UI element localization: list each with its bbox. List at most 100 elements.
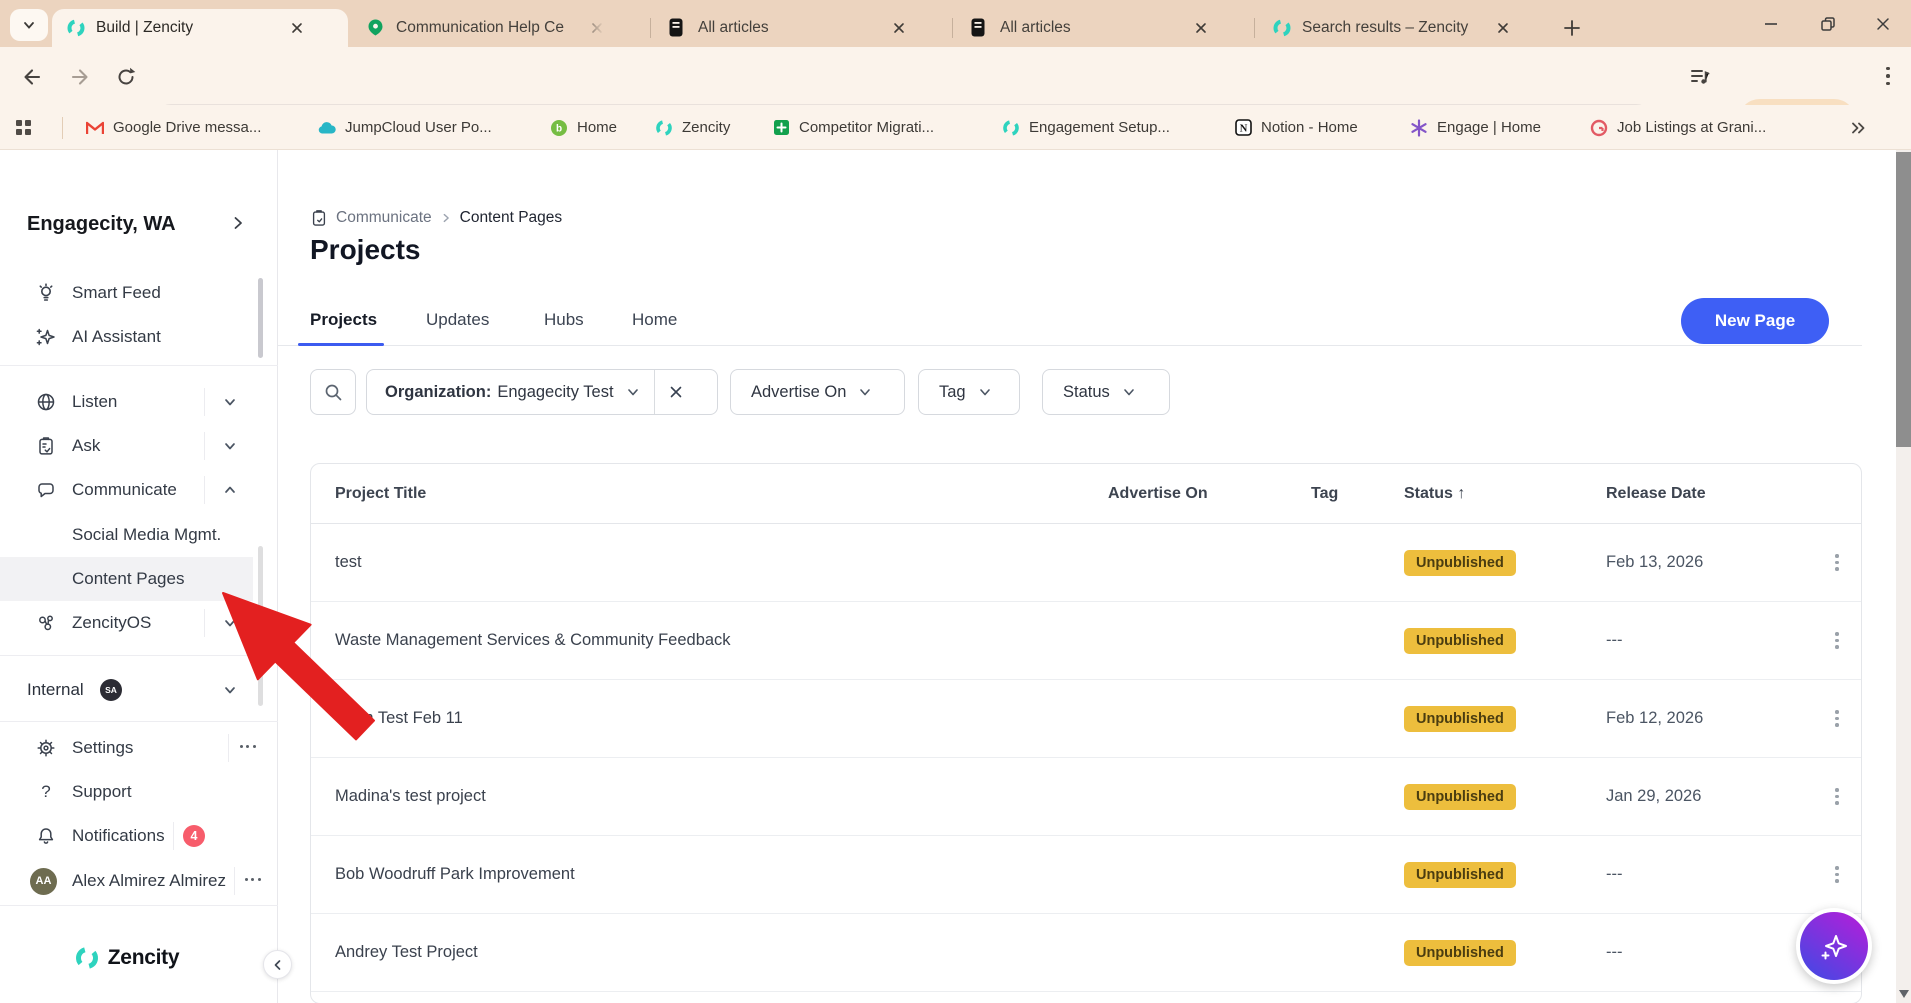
tab-title: All articles bbox=[698, 19, 880, 37]
media-controls-icon[interactable] bbox=[1688, 64, 1712, 88]
bookmark-google-drive[interactable]: Google Drive messa... bbox=[86, 114, 261, 141]
col-release-date[interactable]: Release Date bbox=[1606, 485, 1824, 503]
table-row[interactable]: test Unpublished Feb 13, 2026 bbox=[311, 524, 1861, 602]
sidebar-item-listen[interactable]: Listen bbox=[0, 380, 253, 424]
filter-tag[interactable]: Tag bbox=[918, 369, 1020, 415]
project-title[interactable]: Madina's test project bbox=[311, 787, 1108, 806]
sidebar-item-smart-feed[interactable]: Smart Feed bbox=[0, 271, 253, 315]
row-menu-icon[interactable] bbox=[1824, 704, 1850, 734]
bookmark-engage[interactable]: Engage | Home bbox=[1410, 114, 1541, 141]
table-row[interactable]: Suen Test Feb 11 Unpublished Feb 12, 202… bbox=[311, 680, 1861, 758]
zencity-logo-icon bbox=[74, 945, 100, 971]
bookmark-zencity[interactable]: Zencity bbox=[655, 114, 730, 141]
status-badge: Unpublished bbox=[1404, 862, 1516, 888]
scrollbar-thumb[interactable] bbox=[1896, 152, 1911, 447]
org-switcher[interactable]: Engagecity, WA bbox=[0, 205, 253, 245]
window-close-button[interactable] bbox=[1856, 8, 1910, 40]
search-button[interactable] bbox=[310, 369, 356, 415]
status-badge: Unpublished bbox=[1404, 784, 1516, 810]
tab-close-icon[interactable] bbox=[286, 17, 308, 39]
project-title[interactable]: Bob Woodruff Park Improvement bbox=[311, 865, 1108, 884]
tab-close-icon[interactable] bbox=[1492, 17, 1514, 39]
bookmark-job-listings[interactable]: Job Listings at Grani... bbox=[1590, 114, 1766, 141]
table-row[interactable]: Waste Management Services & Community Fe… bbox=[311, 602, 1861, 680]
browser-tab-5[interactable]: Search results – Zencity bbox=[1258, 9, 1554, 47]
chevron-down-icon bbox=[22, 18, 36, 32]
table-row[interactable]: Bob Woodruff Park Improvement Unpublishe… bbox=[311, 836, 1861, 914]
bookmarks-overflow-icon[interactable] bbox=[1850, 114, 1866, 141]
tab-close-icon[interactable] bbox=[888, 17, 910, 39]
chevron-down-icon[interactable] bbox=[222, 394, 238, 410]
scrollbar-down-arrow[interactable] bbox=[1899, 990, 1909, 998]
ai-fab-button[interactable] bbox=[1796, 908, 1872, 984]
col-project-title[interactable]: Project Title bbox=[311, 485, 1108, 503]
browser-menu-icon[interactable] bbox=[1876, 64, 1900, 88]
breadcrumb-parent[interactable]: Communicate bbox=[336, 209, 432, 227]
filter-organization[interactable]: Organization: Engagecity Test bbox=[366, 369, 718, 415]
tab-close-icon[interactable] bbox=[1190, 17, 1212, 39]
col-status[interactable]: Status ↑ bbox=[1404, 485, 1606, 503]
tab-search-button[interactable] bbox=[10, 9, 48, 41]
sidebar-scrollbar-thumb[interactable] bbox=[258, 278, 263, 358]
chevron-up-icon[interactable] bbox=[222, 482, 238, 498]
window-restore-button[interactable] bbox=[1801, 8, 1855, 40]
col-advertise-on[interactable]: Advertise On bbox=[1108, 485, 1311, 503]
tab-hubs[interactable]: Hubs bbox=[544, 310, 584, 330]
bookmark-engagement-setup[interactable]: Engagement Setup... bbox=[1002, 114, 1170, 141]
clipboard-icon bbox=[310, 209, 328, 227]
browser-tab-2[interactable]: Communication Help Ce bbox=[352, 9, 648, 47]
chevron-down-icon bbox=[978, 385, 992, 399]
chevron-down-icon[interactable] bbox=[626, 385, 640, 399]
bookmark-jumpcloud[interactable]: JumpCloud User Po... bbox=[318, 114, 492, 141]
new-tab-button[interactable] bbox=[1556, 12, 1588, 44]
sidebar-item-user[interactable]: AA Alex Almirez Almirez bbox=[0, 859, 253, 903]
bookmark-home[interactable]: b Home bbox=[550, 114, 617, 141]
project-title[interactable]: Suen Test Feb 11 bbox=[311, 709, 1108, 728]
row-menu-icon[interactable] bbox=[1824, 860, 1850, 890]
svg-text:N: N bbox=[1239, 123, 1247, 134]
tab-home[interactable]: Home bbox=[632, 310, 677, 330]
project-title[interactable]: test bbox=[311, 553, 1108, 572]
browser-tab-4[interactable]: All articles bbox=[956, 9, 1252, 47]
page-scrollbar[interactable] bbox=[1896, 150, 1911, 1003]
table-row[interactable]: Andrey Test Project Unpublished --- bbox=[311, 914, 1861, 992]
row-menu-icon[interactable] bbox=[1824, 548, 1850, 578]
chevron-down-icon bbox=[858, 385, 872, 399]
project-title[interactable]: Andrey Test Project bbox=[311, 943, 1108, 962]
annotation-arrow bbox=[180, 550, 400, 760]
notification-count-badge: 4 bbox=[183, 825, 205, 847]
back-button[interactable] bbox=[20, 65, 44, 89]
row-menu-icon[interactable] bbox=[1824, 626, 1850, 656]
filter-status[interactable]: Status bbox=[1042, 369, 1170, 415]
table-row[interactable]: Madina's test project Unpublished Jan 29… bbox=[311, 758, 1861, 836]
filter-clear-icon[interactable] bbox=[654, 370, 698, 414]
col-tag[interactable]: Tag bbox=[1311, 485, 1404, 503]
sidebar-item-notifications[interactable]: Notifications 4 bbox=[0, 814, 253, 858]
tab-title: Search results – Zencity bbox=[1302, 19, 1484, 37]
reload-button[interactable] bbox=[114, 65, 138, 89]
zencity-brand-logo: Zencity bbox=[0, 936, 253, 980]
sidebar-collapse-button[interactable] bbox=[263, 950, 292, 979]
sidebar-item-ask[interactable]: Ask bbox=[0, 424, 253, 468]
window-minimize-button[interactable] bbox=[1744, 8, 1798, 40]
bookmark-notion[interactable]: N Notion - Home bbox=[1234, 114, 1358, 141]
forward-button[interactable] bbox=[68, 65, 92, 89]
release-date: --- bbox=[1606, 943, 1824, 962]
row-menu-icon[interactable] bbox=[1824, 782, 1850, 812]
chevron-right-icon[interactable] bbox=[230, 215, 246, 236]
user-more-icon[interactable] bbox=[243, 878, 263, 881]
apps-grid-icon[interactable] bbox=[14, 114, 33, 141]
filter-advertise-on[interactable]: Advertise On bbox=[730, 369, 905, 415]
chevron-down-icon[interactable] bbox=[222, 438, 238, 454]
new-page-button[interactable]: New Page bbox=[1681, 298, 1829, 344]
browser-tab-1[interactable]: Build | Zencity bbox=[52, 9, 348, 47]
sidebar-item-ai-assistant[interactable]: AI Assistant bbox=[0, 315, 253, 359]
sidebar-item-communicate[interactable]: Communicate bbox=[0, 468, 253, 512]
tab-updates[interactable]: Updates bbox=[426, 310, 489, 330]
bookmark-competitor-migration[interactable]: Competitor Migrati... bbox=[772, 114, 934, 141]
internal-sa-badge: SA bbox=[100, 679, 122, 701]
sidebar-item-support[interactable]: ? Support bbox=[0, 770, 253, 814]
browser-tab-3[interactable]: All articles bbox=[654, 9, 950, 47]
project-title[interactable]: Waste Management Services & Community Fe… bbox=[311, 631, 1108, 650]
tab-projects[interactable]: Projects bbox=[310, 310, 377, 330]
